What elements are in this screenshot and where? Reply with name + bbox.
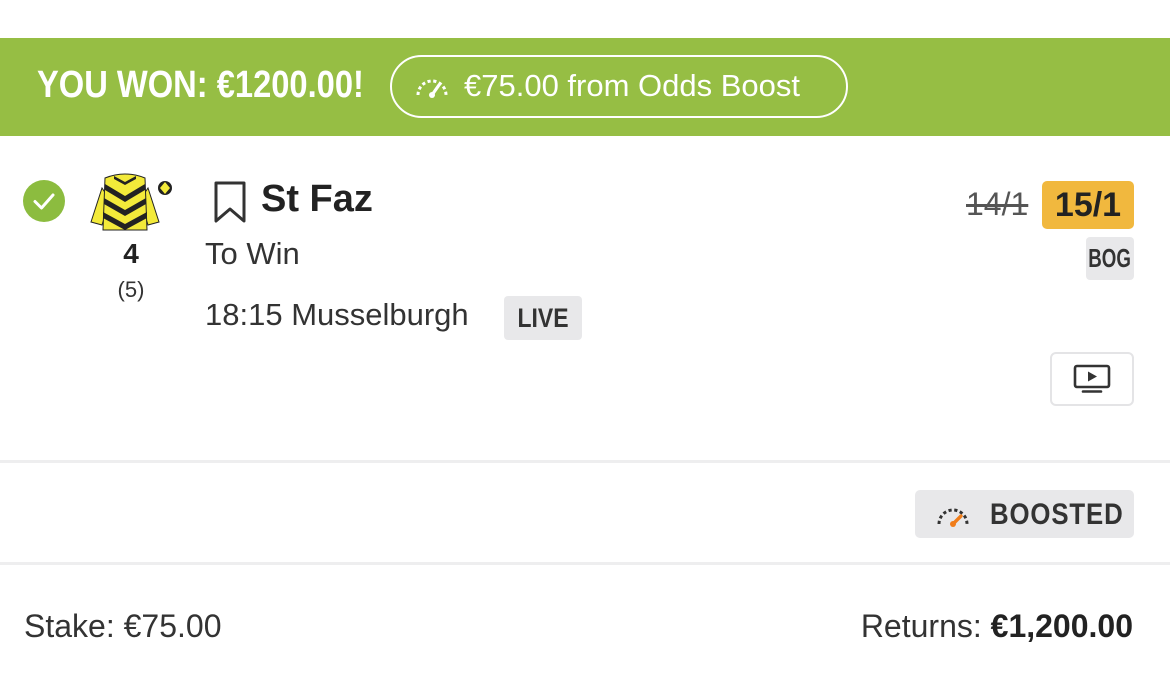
- stake-summary: Stake: €75.00: [24, 608, 221, 645]
- speedometer-icon: [416, 79, 448, 98]
- jockey-silks-icon: [90, 173, 172, 231]
- bog-badge: BOG: [1086, 237, 1134, 280]
- live-stream-button[interactable]: [1050, 352, 1134, 406]
- check-circle-icon: [23, 180, 65, 222]
- race-info[interactable]: 18:15 Musselburgh: [205, 297, 469, 333]
- stake-value: €75.00: [123, 608, 222, 644]
- boosted-badge: BOOSTED: [915, 490, 1134, 538]
- odds-boost-text: €75.00 from Odds Boost: [464, 68, 801, 103]
- boosted-label: BOOSTED: [990, 498, 1124, 531]
- returns-label: Returns:: [860, 608, 982, 644]
- stake-label: Stake:: [24, 608, 115, 644]
- bookmark-icon[interactable]: [212, 180, 248, 224]
- horse-name[interactable]: St Faz: [261, 178, 373, 221]
- section-divider: [0, 562, 1170, 565]
- live-badge: LIVE: [504, 296, 582, 340]
- stall-draw: (5): [117, 277, 145, 302]
- boosted-odds: 15/1: [1042, 181, 1134, 229]
- speedometer-icon: [937, 508, 969, 527]
- cloth-number: 4: [123, 238, 139, 269]
- returns-value: €1,200.00: [990, 608, 1133, 644]
- returns-summary: Returns: €1,200.00: [861, 608, 1133, 645]
- tv-play-icon: [1073, 364, 1111, 393]
- original-odds: 14/1: [966, 186, 1029, 222]
- win-amount-text: YOU WON: €1200.00!: [37, 64, 364, 106]
- section-divider: [0, 460, 1170, 463]
- odds-boost-pill[interactable]: €75.00 from Odds Boost: [390, 55, 848, 118]
- market-name: To Win: [205, 236, 300, 271]
